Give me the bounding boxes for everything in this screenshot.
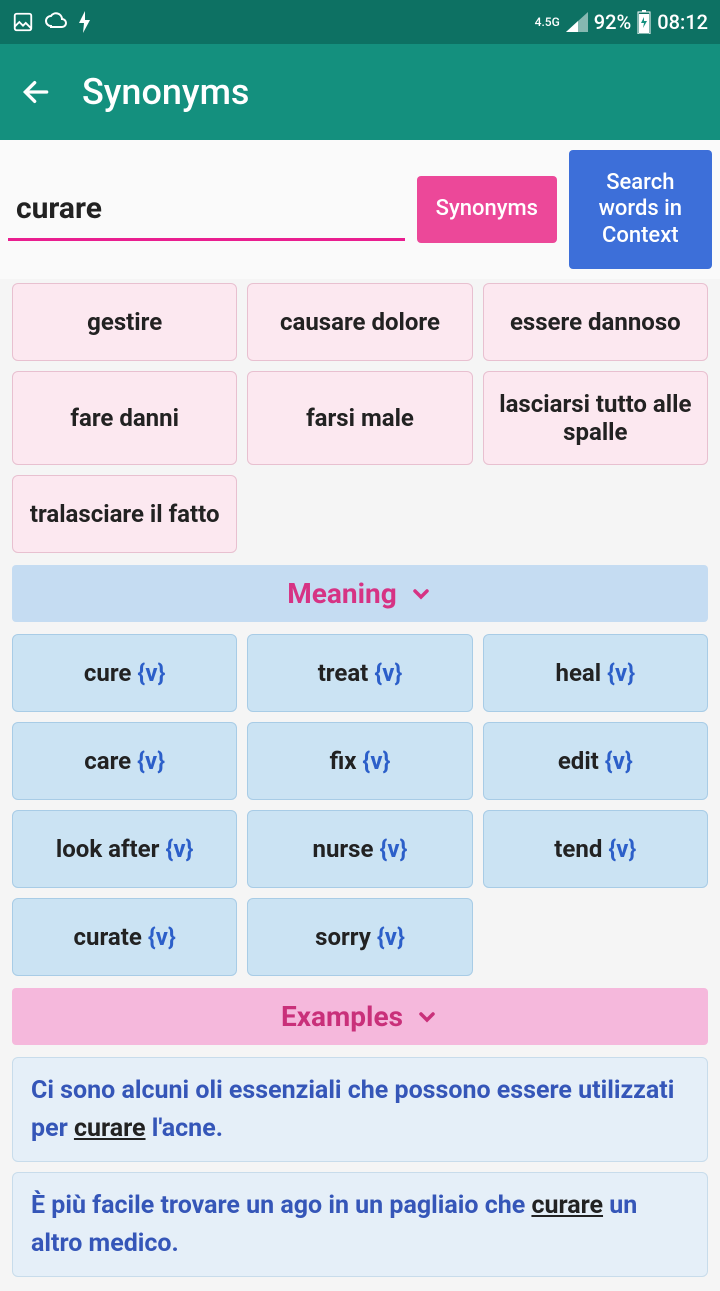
word-chip[interactable]: farsi male xyxy=(247,371,472,465)
meaning-chip[interactable]: cure{v} xyxy=(12,634,237,712)
clock-time: 08:12 xyxy=(657,10,708,34)
main-content: gestire causare dolore essere dannoso fa… xyxy=(0,279,720,1291)
word-chip[interactable]: causare dolore xyxy=(247,283,472,361)
status-left xyxy=(12,11,92,33)
chevron-down-icon xyxy=(409,582,433,606)
examples-label: Examples xyxy=(281,1000,403,1033)
search-row: Synonyms Search words in Context xyxy=(0,140,720,279)
image-icon xyxy=(12,11,34,33)
signal-icon xyxy=(566,12,588,32)
example-sentence[interactable]: Ci sono alcuni oli essenziali che posson… xyxy=(12,1057,708,1162)
meaning-header[interactable]: Meaning xyxy=(12,565,708,622)
battery-percent: 92% xyxy=(594,10,631,34)
meaning-chip[interactable]: sorry{v} xyxy=(247,898,472,976)
page-title: Synonyms xyxy=(82,71,249,113)
meaning-chip[interactable]: treat{v} xyxy=(247,634,472,712)
chevron-down-icon xyxy=(415,1005,439,1029)
synonyms-button[interactable]: Synonyms xyxy=(417,176,557,242)
word-chip[interactable]: lasciarsi tutto alle spalle xyxy=(483,371,708,465)
cloud-icon xyxy=(44,12,68,32)
word-chip[interactable]: gestire xyxy=(12,283,237,361)
app-bar: Synonyms xyxy=(0,44,720,140)
bolt-icon xyxy=(78,11,92,33)
battery-icon xyxy=(637,10,651,34)
examples-header[interactable]: Examples xyxy=(12,988,708,1045)
network-label: 4.5G xyxy=(535,15,560,29)
search-input[interactable] xyxy=(8,179,405,241)
meaning-chip[interactable]: edit{v} xyxy=(483,722,708,800)
meaning-chip[interactable]: tend{v} xyxy=(483,810,708,888)
word-chip[interactable]: essere dannoso xyxy=(483,283,708,361)
antonyms-grid: gestire causare dolore essere dannoso fa… xyxy=(12,283,708,553)
meaning-label: Meaning xyxy=(287,577,396,610)
meaning-chip[interactable]: look after{v} xyxy=(12,810,237,888)
word-chip[interactable]: fare danni xyxy=(12,371,237,465)
meaning-chip[interactable]: curate{v} xyxy=(12,898,237,976)
status-bar: 4.5G 92% 08:12 xyxy=(0,0,720,44)
meaning-chip[interactable]: fix{v} xyxy=(247,722,472,800)
meaning-chip[interactable]: care{v} xyxy=(12,722,237,800)
back-arrow-icon[interactable] xyxy=(20,76,52,108)
meaning-chip[interactable]: nurse{v} xyxy=(247,810,472,888)
context-button[interactable]: Search words in Context xyxy=(569,150,712,269)
status-right: 4.5G 92% 08:12 xyxy=(535,10,708,34)
example-sentence[interactable]: È più facile trovare un ago in un paglia… xyxy=(12,1172,708,1277)
meanings-grid: cure{v} treat{v} heal{v} care{v} fix{v} … xyxy=(12,634,708,976)
meaning-chip[interactable]: heal{v} xyxy=(483,634,708,712)
word-chip[interactable]: tralasciare il fatto xyxy=(12,475,237,553)
